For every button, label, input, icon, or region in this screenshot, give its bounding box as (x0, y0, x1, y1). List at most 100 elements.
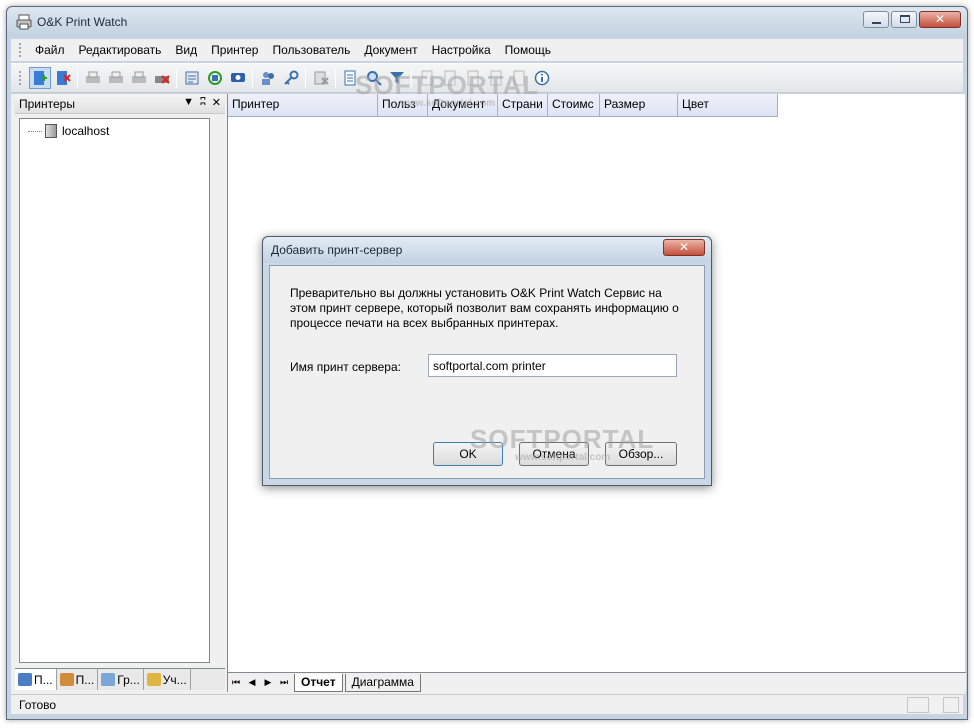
users-tab-icon (59, 673, 74, 686)
column-header-pages[interactable]: Страни (498, 94, 548, 117)
page-button-3[interactable] (462, 67, 484, 89)
info-button[interactable] (531, 67, 553, 89)
tab-label: П... (34, 672, 53, 687)
delete-entry-icon (314, 71, 329, 85)
dialog-title-bar: Добавить принт-сервер ✕ (263, 237, 711, 263)
browse-button[interactable]: Обзор... (605, 442, 677, 466)
toolbar-separator (305, 68, 306, 88)
tree-connector (28, 130, 42, 132)
monitor-button[interactable] (227, 67, 249, 89)
cancel-button[interactable]: Отмена (519, 442, 589, 466)
add-server-button[interactable] (28, 67, 51, 89)
search-icon (366, 71, 382, 86)
maximize-button[interactable] (891, 11, 917, 28)
toolbar (11, 63, 963, 93)
export-report-button[interactable] (181, 67, 203, 89)
key-button[interactable] (280, 67, 302, 89)
tab-label: Гр... (117, 672, 140, 687)
window-controls: ✕ (863, 11, 961, 28)
users-icon (261, 72, 274, 85)
column-header-printer[interactable]: Принтер (228, 94, 378, 117)
page-button-4[interactable] (485, 67, 507, 89)
dialog-message: Преварительно вы должны установить O&K P… (290, 286, 679, 330)
close-button[interactable]: ✕ (919, 11, 961, 28)
last-tab-icon[interactable]: ⏭ (276, 677, 292, 688)
column-header-size[interactable]: Размер (600, 94, 678, 117)
column-header-user[interactable]: Польз (378, 94, 428, 117)
toolbar-group-users (256, 67, 302, 89)
page-icon (490, 70, 501, 86)
minimize-button[interactable] (863, 11, 889, 28)
tab-diagram[interactable]: Диаграмма (344, 673, 421, 692)
tree-node-localhost[interactable]: localhost (28, 124, 109, 138)
delete-entry-button[interactable] (310, 67, 332, 89)
users-button[interactable] (257, 67, 279, 89)
menu-edit[interactable]: Редактировать (72, 40, 169, 60)
close-icon: ✕ (934, 12, 946, 26)
tab-report[interactable]: Отчет (294, 673, 343, 692)
report-icon (344, 70, 355, 86)
monitor-icon (230, 73, 245, 82)
menu-user[interactable]: Пользователь (265, 40, 357, 60)
refresh-button[interactable] (204, 67, 226, 89)
menu-file[interactable]: Файл (28, 40, 72, 60)
server-name-input[interactable] (428, 354, 677, 377)
column-header-cost[interactable]: Стоимс (548, 94, 600, 117)
resize-grip-icon[interactable] (943, 697, 959, 713)
next-tab-icon[interactable]: ▶ (260, 677, 276, 688)
page-icon (421, 70, 432, 86)
prev-tab-icon[interactable]: ◀ (244, 677, 260, 688)
filter-button[interactable] (386, 67, 408, 89)
column-header-color[interactable]: Цвет (678, 94, 778, 117)
menu-view[interactable]: Вид (168, 40, 204, 60)
dropdown-arrow-icon[interactable]: ▼ (183, 96, 194, 109)
panel-title: Принтеры (19, 97, 75, 111)
menu-document[interactable]: Документ (357, 40, 424, 60)
edit-printer-button[interactable] (105, 67, 127, 89)
panel-close-icon[interactable]: ✕ (212, 96, 221, 109)
ok-button[interactable]: OK (433, 442, 503, 466)
printers-tree[interactable]: localhost (19, 118, 210, 663)
toolbar-group-delete (309, 67, 332, 89)
accounts-tab-icon (146, 673, 161, 686)
panel-tools: ▼ ʭ ✕ (183, 96, 221, 109)
add-print-server-dialog: Добавить принт-сервер ✕ Преварительно вы… (262, 236, 712, 486)
title-bar: O&K Print Watch ✕ (7, 7, 967, 37)
tab-groups[interactable]: Гр... (98, 669, 144, 690)
column-header-document[interactable]: Документ (428, 94, 498, 117)
add-printer-button[interactable] (82, 67, 104, 89)
tab-label: П... (75, 672, 95, 687)
status-bar: Готово (11, 694, 963, 714)
menu-settings[interactable]: Настройка (425, 40, 498, 60)
pin-icon[interactable]: ʭ (200, 96, 206, 109)
printers-panel: Принтеры ▼ ʭ ✕ localhost П... П... Гр...… (15, 94, 225, 692)
export-icon (185, 71, 198, 85)
page-button-1[interactable] (416, 67, 438, 89)
toolbar-group-view (339, 67, 408, 89)
tab-printers[interactable]: П... (15, 669, 57, 690)
menu-printer[interactable]: Принтер (204, 40, 265, 60)
first-tab-icon[interactable]: ⏮ (228, 677, 244, 688)
page-button-5[interactable] (508, 67, 530, 89)
printer-app-icon (16, 14, 32, 30)
maximize-icon (900, 15, 910, 23)
tree-node-label: localhost (62, 124, 110, 138)
groups-tab-icon (101, 673, 116, 686)
toolbar-separator (77, 68, 78, 88)
tab-users[interactable]: П... (57, 669, 99, 690)
menu-bar: Файл Редактировать Вид Принтер Пользоват… (11, 39, 963, 61)
report-tabs: ⏮ ◀ ▶ ⏭ Отчет Диаграмма (228, 672, 966, 692)
status-panel (907, 697, 929, 713)
printers-tab-icon (18, 673, 32, 686)
add-server-icon (33, 71, 47, 85)
report-view-button[interactable] (340, 67, 362, 89)
tab-accounts[interactable]: Уч... (144, 669, 191, 690)
remove-server-button[interactable] (52, 67, 74, 89)
menu-help[interactable]: Помощь (498, 40, 558, 60)
dialog-close-button[interactable]: ✕ (663, 239, 705, 256)
printer-props-button[interactable] (128, 67, 150, 89)
page-button-2[interactable] (439, 67, 461, 89)
search-button[interactable] (363, 67, 385, 89)
refresh-icon (207, 71, 222, 85)
delete-printer-button[interactable] (151, 67, 173, 89)
